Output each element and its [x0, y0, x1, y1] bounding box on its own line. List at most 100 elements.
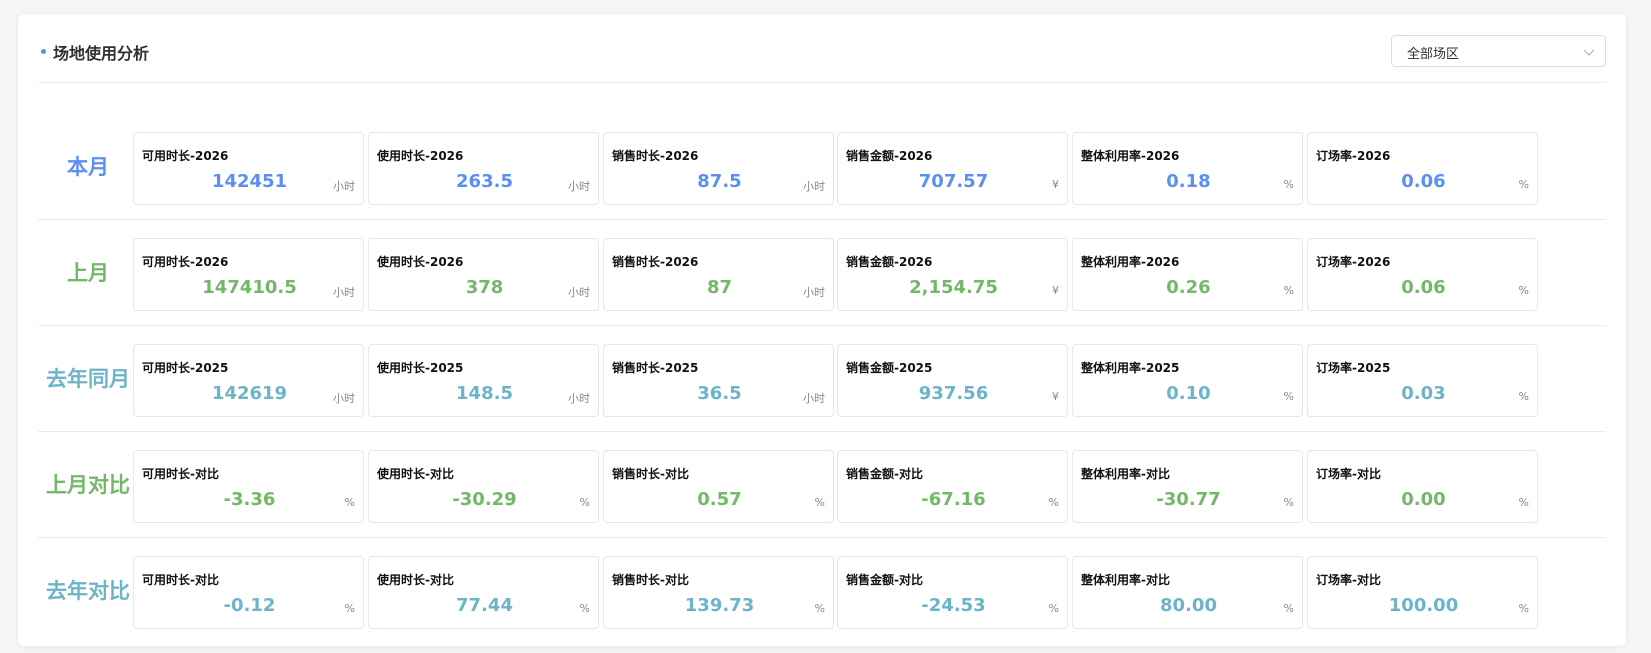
metric-label: 订场率-2026 [1316, 149, 1391, 163]
metric-unit: % [1283, 178, 1294, 191]
metric-label: 销售金额-2026 [846, 255, 933, 269]
metric-label: 销售时长-对比 [612, 467, 689, 481]
row-label: 去年同月 [46, 367, 130, 391]
metric-card: 销售金额-2026 2,154.75 ¥ [837, 238, 1068, 311]
metric-unit: % [814, 602, 825, 615]
metric-label: 销售金额-对比 [846, 467, 923, 481]
metric-unit: 小时 [803, 286, 825, 299]
metric-label: 可用时长-对比 [142, 573, 219, 587]
metric-card: 使用时长-对比 77.44% [368, 556, 599, 629]
panel-header: 场地使用分析 全部场区 [38, 14, 1606, 83]
row-label: 上月 [67, 261, 109, 285]
metric-value: 142451 [211, 171, 288, 192]
metric-label: 销售时长-2026 [612, 255, 699, 269]
metric-label: 整体利用率-2025 [1081, 361, 1180, 375]
metric-label: 使用时长-对比 [377, 573, 454, 587]
metric-card: 订场率-2026 0.06% [1307, 132, 1538, 205]
metric-unit: % [814, 496, 825, 509]
metric-value: -30.29 [452, 489, 517, 510]
metric-card: 订场率-对比 0.00% [1307, 450, 1538, 523]
metric-label: 使用时长-对比 [377, 467, 454, 481]
metric-card: 可用时长-对比 -0.12% [133, 556, 364, 629]
metric-card: 可用时长-2026 147410.5 小时 [133, 238, 364, 311]
metric-value: 0.26 [1166, 277, 1211, 298]
metric-value: -3.36 [223, 489, 276, 510]
metric-value: 87 [706, 277, 733, 298]
metric-value: 80.00 [1160, 595, 1217, 616]
metric-value: 0.18 [1166, 171, 1211, 192]
metric-label: 订场率-2025 [1316, 361, 1391, 375]
metric-label: 可用时长-2025 [142, 361, 229, 375]
metric-unit: 小时 [568, 286, 590, 299]
metric-row: 去年同月 可用时长-2025 142619 小时 使用时长-2025 148.5 小时 销售时… [38, 325, 1606, 431]
metric-value: 2,154.75 [909, 277, 998, 298]
metric-label: 销售时长-对比 [612, 573, 689, 587]
page-title: 场地使用分析 [53, 44, 150, 63]
metric-label: 销售时长-2026 [612, 149, 699, 163]
metric-value: 0.06 [1401, 277, 1446, 298]
metric-card: 销售金额-对比 -67.16% [837, 450, 1068, 523]
metric-card: 可用时长-2025 142619 小时 [133, 344, 364, 417]
metric-row: 本月 可用时长-2026 142451 小时 使用时长-2026 263.5 小时 销售时长-… [38, 114, 1606, 219]
metric-card: 整体利用率-对比 -30.77% [1072, 450, 1303, 523]
metric-label: 使用时长-2026 [377, 149, 464, 163]
metric-value: 263.5 [456, 171, 513, 192]
metric-card: 销售时长-对比 0.57% [603, 450, 834, 523]
metric-value: -67.16 [921, 489, 986, 510]
metric-card: 可用时长-2026 142451 小时 [133, 132, 364, 205]
row-label: 上月对比 [46, 473, 130, 497]
metric-value: 142619 [211, 383, 288, 404]
metric-card: 整体利用率-2025 0.10% [1072, 344, 1303, 417]
metric-unit: % [579, 496, 590, 509]
metric-label: 整体利用率-对比 [1081, 573, 1170, 587]
metric-label: 使用时长-2026 [377, 255, 464, 269]
metric-value: 139.73 [684, 595, 755, 616]
metric-label: 销售金额-2026 [846, 149, 933, 163]
metric-unit: ¥ [1052, 284, 1059, 297]
metric-unit: 小时 [803, 392, 825, 405]
metric-label: 可用时长-2026 [142, 255, 229, 269]
metric-unit: % [1518, 284, 1529, 297]
metric-value: 378 [465, 277, 504, 298]
metric-unit: % [344, 496, 355, 509]
metric-card: 订场率-对比 100.00% [1307, 556, 1538, 629]
metric-label: 整体利用率-2026 [1081, 149, 1180, 163]
metric-unit: % [344, 602, 355, 615]
metric-label: 销售金额-对比 [846, 573, 923, 587]
metric-unit: % [1283, 390, 1294, 403]
metric-label: 可用时长-对比 [142, 467, 219, 481]
metric-value: 0.10 [1166, 383, 1211, 404]
metric-value: 0.00 [1401, 489, 1446, 510]
metric-value: -30.77 [1156, 489, 1221, 510]
metric-value: 0.03 [1401, 383, 1446, 404]
metrics-grid: 本月 可用时长-2026 142451 小时 使用时长-2026 263.5 小时 销售时长-… [38, 114, 1606, 643]
zone-select[interactable]: 全部场区 [1391, 35, 1606, 67]
metric-row: 上月对比 可用时长-对比 -3.36% 使用时长-对比 -30.29% 销售时长-对比 0.… [38, 431, 1606, 537]
metric-label: 订场率-对比 [1316, 573, 1381, 587]
metric-unit: 小时 [333, 392, 355, 405]
metric-card: 整体利用率-对比 80.00% [1072, 556, 1303, 629]
title-bullet-icon [41, 49, 46, 54]
metric-value: 937.56 [918, 383, 989, 404]
metric-value: -24.53 [921, 595, 986, 616]
metric-value: 77.44 [456, 595, 513, 616]
metric-card: 销售金额-对比 -24.53% [837, 556, 1068, 629]
metric-card: 销售时长-2025 36.5 小时 [603, 344, 834, 417]
site-usage-panel: 场地使用分析 全部场区 本月 可用时长-2026 142451 小时 使用时长-2026… [18, 14, 1626, 646]
metric-unit: ¥ [1052, 178, 1059, 191]
metric-label: 可用时长-2026 [142, 149, 229, 163]
metric-label: 整体利用率-对比 [1081, 467, 1170, 481]
metric-card: 销售时长-2026 87 小时 [603, 238, 834, 311]
metric-unit: % [579, 602, 590, 615]
zone-select-value: 全部场区 [1407, 47, 1460, 62]
row-label: 本月 [67, 155, 109, 179]
metric-value: 0.57 [697, 489, 742, 510]
metric-label: 订场率-2026 [1316, 255, 1391, 269]
metric-label: 使用时长-2025 [377, 361, 464, 375]
metric-value: 100.00 [1388, 595, 1459, 616]
metric-value: 147410.5 [202, 277, 297, 298]
chevron-down-icon [1583, 49, 1595, 56]
metric-unit: 小时 [333, 180, 355, 193]
metric-card: 销售金额-2026 707.57 ¥ [837, 132, 1068, 205]
metric-card: 使用时长-2026 378 小时 [368, 238, 599, 311]
